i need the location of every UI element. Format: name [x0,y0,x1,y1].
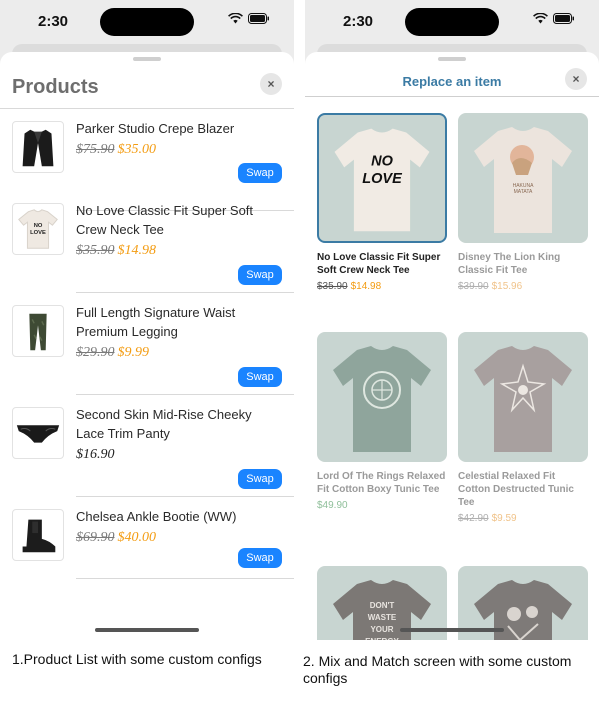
status-time: 2:30 [38,13,69,30]
mix-match-screen: 2:30 Replace an item × NO LOVE No Love Cl… [305,0,599,640]
product-row: Chelsea Ankle Bootie (WW) $69.90 $40.00 S… [0,497,294,579]
card-price: $35.90 $14.98 [317,281,447,292]
product-price: $29.90 $9.99 [76,345,149,361]
caption-left: 1.Product List with some custom configs [12,651,262,667]
svg-text:LOVE: LOVE [30,230,46,236]
old-price: $42.90 [458,513,489,524]
swap-button[interactable]: Swap [238,265,282,285]
caption-right: 2. Mix and Match screen with some custom… [303,653,572,686]
svg-text:ENERGY: ENERGY [365,637,399,640]
row-divider [76,578,294,579]
swap-button[interactable]: Swap [238,367,282,387]
product-name: Second Skin Mid-Rise Cheeky Lace Trim Pa… [76,407,252,441]
product-card[interactable]: Celestial Relaxed Fit Cotton Destructed … [458,332,588,524]
old-price: $39.90 [458,281,489,292]
product-name: Chelsea Ankle Bootie (WW) [76,509,237,524]
old-price: $69.90 [76,530,115,545]
card-name: No Love Classic Fit Super Soft Crew Neck… [317,252,441,276]
status-bar: 2:30 [305,0,599,44]
panty-icon [12,407,64,459]
svg-text:WASTE: WASTE [368,613,397,622]
card-price: $49.90 [317,500,447,511]
svg-text:NO: NO [371,153,393,169]
sale-price: $9.99 [117,345,150,360]
old-price: $35.90 [317,281,348,292]
swap-button[interactable]: Swap [238,469,282,489]
status-icons [228,13,270,24]
price: $16.90 [76,447,115,462]
home-indicator[interactable] [95,628,199,632]
status-bar: 2:30 [0,0,294,44]
replace-sheet: Replace an item × NO LOVE No Love Classic… [305,52,599,640]
product-price: $69.90 $40.00 [76,530,156,546]
page-title: Replace an item [402,74,502,89]
close-button[interactable]: × [260,73,282,95]
card-price: $42.90 $9.59 [458,513,588,524]
svg-text:MATATA: MATATA [514,189,533,195]
svg-text:LOVE: LOVE [362,171,403,187]
wifi-icon [533,13,548,24]
dynamic-island [405,8,499,36]
status-icons [533,13,575,24]
sale-price: $14.98 [117,243,157,258]
old-price: $35.90 [76,243,115,258]
dynamic-island [100,8,194,36]
sale-price: $14.98 [350,281,382,292]
blazer-icon [12,121,64,173]
product-name: No Love Classic Fit Super Soft Crew Neck… [76,203,254,237]
swap-button[interactable]: Swap [238,548,282,568]
svg-text:YOUR: YOUR [370,625,393,634]
card-name: Disney The Lion King Classic Fit Tee [458,252,561,276]
product-card[interactable]: HAKUNA MATATA Disney The Lion King Classi… [458,113,588,292]
page-title: Products [12,76,99,98]
battery-icon [248,13,269,24]
close-button[interactable]: × [565,68,587,90]
sheet-grabber[interactable] [438,57,466,61]
tshirt-icon: NO LOVE [317,113,447,243]
product-row: Second Skin Mid-Rise Cheeky Lace Trim Pa… [0,395,294,497]
battery-icon [553,13,574,24]
status-time: 2:30 [343,13,374,30]
sale-price: $15.96 [491,281,523,292]
swap-button[interactable]: Swap [238,163,282,183]
tshirt-icon: NO LOVE [12,203,64,255]
card-name: Celestial Relaxed Fit Cotton Destructed … [458,471,574,508]
divider [305,96,599,97]
old-price: $75.90 [76,142,115,157]
sale-price: $9.59 [491,513,517,524]
sale-price: $35.00 [117,142,157,157]
product-name: Full Length Signature Waist Premium Legg… [76,305,236,339]
wifi-icon [228,13,243,24]
svg-text:DON'T: DON'T [370,601,395,610]
product-card[interactable]: NO LOVE No Love Classic Fit Super Soft Cr… [317,113,447,292]
boot-icon [12,509,64,561]
tshirt-icon [458,332,588,462]
products-sheet: Products × Parker Studio Crepe Blazer $7… [0,52,294,640]
product-row: NO LOVE No Love Classic Fit Super Soft Cr… [0,191,294,293]
tshirt-icon [317,332,447,462]
price: $49.90 [317,500,348,511]
sale-price: $40.00 [117,530,157,545]
product-name: Parker Studio Crepe Blazer [76,121,235,136]
card-name: Lord Of The Rings Relaxed Fit Cotton Box… [317,471,446,495]
svg-text:NO: NO [34,223,43,229]
old-price: $29.90 [76,345,115,360]
product-price: $16.90 [76,447,115,463]
product-price: $35.90 $14.98 [76,243,156,259]
card-price: $39.90 $15.96 [458,281,588,292]
product-row: Full Length Signature Waist Premium Legg… [0,293,294,395]
product-price: $75.90 $35.00 [76,142,156,158]
tshirt-icon: HAKUNA MATATA [458,113,588,243]
legging-icon [12,305,64,357]
product-list-screen: 2:30 Products × Parker Studio Crepe Blaz… [0,0,294,640]
home-indicator[interactable] [400,628,504,632]
sheet-grabber[interactable] [133,57,161,61]
product-card[interactable]: Lord Of The Rings Relaxed Fit Cotton Box… [317,332,447,511]
